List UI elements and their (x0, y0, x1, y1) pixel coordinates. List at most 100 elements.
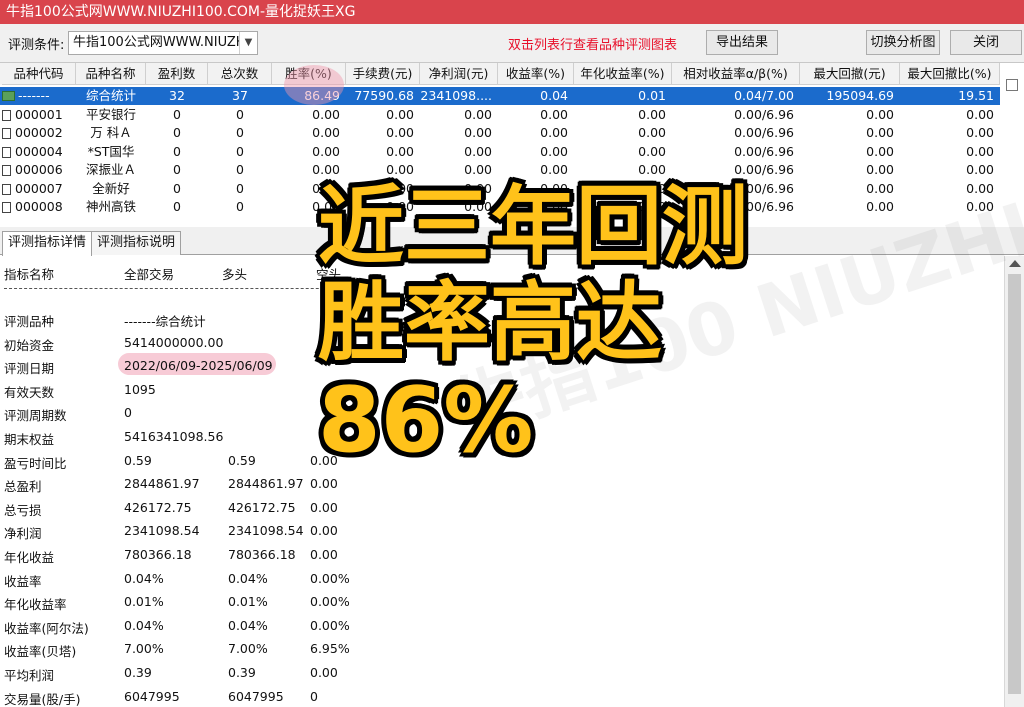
table-cell: 0.00 (966, 180, 994, 196)
document-icon (2, 183, 11, 195)
detail-value: 0.00 (310, 547, 338, 562)
cell-code: ------- (18, 88, 50, 103)
table-corner-checkbox[interactable] (1006, 79, 1018, 91)
table-cell: 19.51 (958, 88, 994, 103)
table-row[interactable]: 000001 平安银行 0 0 0.00 0.00 0.00 0.00 0.00 0.00/6.9… (0, 106, 1000, 124)
column-header[interactable]: 盈利数 (146, 63, 208, 85)
detail-value: 0 (310, 688, 318, 704)
detail-row: 平均利润 0.39 0.39 0.00 (0, 665, 400, 685)
table-cell: 0.00 (312, 143, 340, 159)
detail-value: 0.39 (228, 665, 256, 680)
window-title-bar: 牛指100公式网WWW.NIUZHI100.COM-量化捉妖王XG (0, 0, 1024, 24)
detail-value: 1095 (124, 381, 156, 397)
scroll-up-icon[interactable] (1009, 260, 1021, 267)
table-cell: 0.00 (464, 125, 492, 140)
table-cell: 0 (236, 162, 244, 177)
table-cell: 0.00 (866, 143, 894, 159)
detail-value: 0.39 (124, 665, 152, 680)
table-cell: 000004 (2, 143, 76, 161)
close-button[interactable]: 关闭 (950, 30, 1022, 55)
detail-row: 收益率(阿尔法) 0.04% 0.04% 0.00% (0, 618, 400, 638)
detail-value: 780366.18 (228, 547, 296, 562)
tab-indicator-description[interactable]: 评测指标说明 (91, 231, 182, 255)
table-cell: 0.04 (540, 88, 568, 103)
cell-code: 000007 (15, 180, 63, 196)
promo-line-3: 86% (318, 368, 534, 473)
detail-label: 年化收益 (4, 550, 55, 565)
switch-chart-button[interactable]: 切换分析图 (866, 30, 940, 55)
detail-label: 总亏损 (4, 502, 42, 518)
table-cell: 0 (173, 180, 181, 196)
table-row[interactable]: 000004 *ST国华 0 0 0.00 0.00 0.00 0.00 0.00 0.00/6.… (0, 143, 1000, 161)
column-header[interactable]: 年化收益率(%) (574, 63, 672, 85)
table-cell: 0.00 (866, 125, 894, 140)
export-results-button[interactable]: 导出结果 (706, 30, 778, 55)
column-header[interactable]: 品种名称 (76, 63, 146, 85)
column-header[interactable]: 手续费(元) (346, 63, 420, 85)
detail-value: 0.59 (228, 452, 256, 468)
table-cell: 000006 (2, 161, 76, 179)
table-row[interactable]: 000002 万 科Ａ 0 0 0.00 0.00 0.00 0.00 0.00 0.00/6.9… (0, 124, 1000, 142)
chevron-down-icon[interactable]: ▼ (239, 32, 257, 54)
cell-code: 000001 (15, 106, 63, 122)
detail-value: 426172.75 (228, 499, 296, 515)
table-cell: 0.00 (312, 125, 340, 140)
detail-value: 7.00% (124, 641, 164, 657)
detail-label: 盈亏时间比 (4, 455, 67, 471)
vertical-scrollbar[interactable] (1004, 256, 1024, 707)
promo-line-1: 近三年回测 (318, 177, 748, 277)
table-cell: 000007 (2, 180, 76, 198)
table-cell: 0 (173, 106, 181, 122)
table-cell: 0.00 (386, 143, 414, 159)
column-header[interactable]: 最大回撤(元) (800, 63, 900, 85)
column-header[interactable]: 总次数 (208, 63, 272, 85)
cell-code: 000008 (15, 199, 63, 214)
table-cell: 0.00/6.96 (734, 125, 794, 140)
table-row[interactable]: ------- 综合统计 32 37 86.49 77590.68 2341098.... 0… (0, 87, 1000, 105)
table-cell: 0.00/6.96 (734, 106, 794, 122)
table-cell: 万 科Ａ (90, 125, 132, 140)
detail-value: 6047995 (228, 688, 284, 704)
detail-header-long: 多头 (222, 267, 248, 282)
detail-value: 2022/06/09-2025/06/09 (124, 358, 273, 374)
column-header[interactable]: 净利润(元) (420, 63, 498, 85)
win-rate-highlight (284, 65, 344, 105)
column-header[interactable]: 品种代码 (2, 63, 76, 85)
detail-label: 收益率(阿尔法) (4, 620, 89, 636)
detail-value: 5416341098.56 (124, 429, 224, 444)
table-cell: 0 (236, 180, 244, 196)
detail-row: 收益率 0.04% 0.04% 0.00% (0, 571, 400, 591)
detail-value: 7.00% (228, 641, 268, 657)
detail-value: -------综合统计 (124, 314, 206, 329)
window-title: 牛指100公式网WWW.NIUZHI100.COM-量化捉妖王XG (6, 4, 356, 20)
detail-value: 2341098.54 (228, 523, 304, 539)
detail-value: 0.00% (310, 594, 350, 610)
scroll-thumb[interactable] (1008, 274, 1021, 694)
detail-value: 2341098.54 (124, 523, 200, 539)
detail-value: 0.00 (310, 476, 338, 492)
tab-indicator-details[interactable]: 评测指标详情 (2, 231, 93, 256)
detail-row: 年化收益率 0.01% 0.01% 0.00% (0, 594, 400, 614)
table-cell: 0.00 (966, 106, 994, 122)
column-header[interactable]: 最大回撤比(%) (900, 63, 1000, 85)
table-cell: 0.04/7.00 (734, 88, 794, 103)
detail-value: 0.04% (124, 617, 164, 633)
condition-select[interactable]: 牛指100公式网WWW.NIUZH ▼ (68, 31, 258, 55)
table-cell: 0.00 (866, 106, 894, 122)
table-cell: 0.00 (540, 106, 568, 122)
detail-value: 0.00% (310, 570, 350, 586)
table-cell: 综合统计 (85, 88, 136, 103)
detail-row: 收益率(贝塔) 7.00% 7.00% 6.95% (0, 641, 400, 661)
table-cell: 0.00 (464, 106, 492, 122)
document-icon (2, 202, 11, 213)
table-cell: 全新好 (92, 180, 130, 196)
detail-label: 期末权益 (4, 432, 55, 447)
detail-label: 评测日期 (4, 361, 55, 377)
table-cell: 77590.68 (354, 88, 414, 103)
column-header[interactable]: 相对收益率α/β(%) (672, 63, 800, 85)
detail-value: 5414000000.00 (124, 334, 224, 350)
table-cell: 0.00 (638, 125, 666, 140)
cell-code: 000004 (15, 143, 63, 159)
column-header[interactable]: 收益率(%) (498, 63, 574, 85)
table-cell: 0 (173, 125, 181, 140)
